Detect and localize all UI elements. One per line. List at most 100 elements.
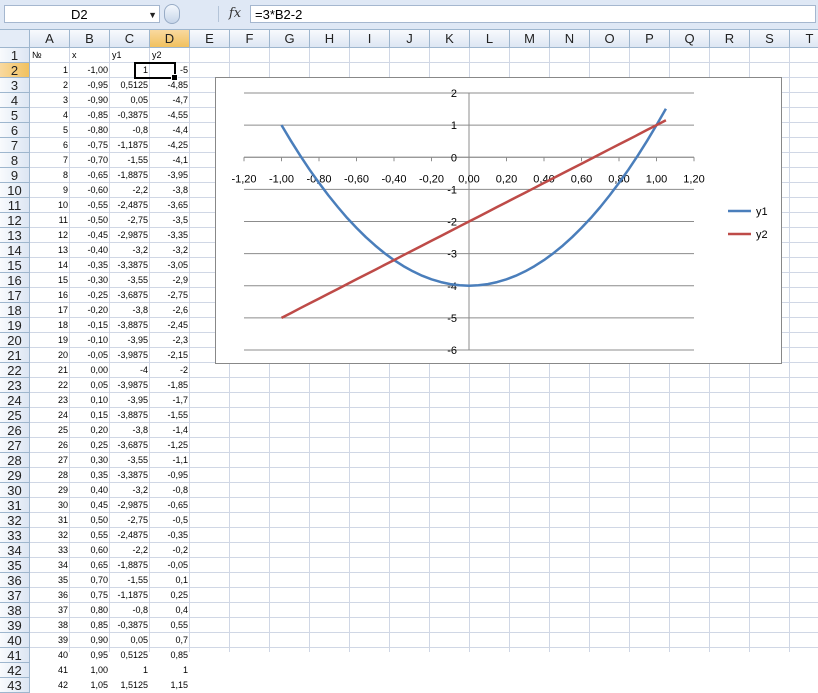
table-cell[interactable]: -1,00: [70, 63, 110, 78]
table-cell[interactable]: -4,4: [150, 123, 190, 138]
table-cell[interactable]: -3,6875: [110, 438, 150, 453]
column-header-o[interactable]: O: [590, 30, 630, 48]
table-cell[interactable]: 21: [30, 363, 70, 378]
table-cell[interactable]: 0,10: [70, 393, 110, 408]
row-header-28[interactable]: 28: [0, 453, 30, 468]
column-header-e[interactable]: E: [190, 30, 230, 48]
table-cell[interactable]: -3,55: [110, 453, 150, 468]
table-cell[interactable]: -1,55: [150, 408, 190, 423]
table-cell[interactable]: -2,75: [150, 288, 190, 303]
table-cell[interactable]: 36: [30, 588, 70, 603]
table-cell[interactable]: 0,40: [70, 483, 110, 498]
table-cell[interactable]: 35: [30, 573, 70, 588]
table-cell[interactable]: -2,3: [150, 333, 190, 348]
table-cell[interactable]: -0,8: [110, 123, 150, 138]
embedded-chart[interactable]: -1,20 -1,00 -0,80 -0,60 -0,40 -0,20 0,00 0,20 0,…: [215, 77, 782, 364]
column-header-c[interactable]: C: [110, 30, 150, 48]
row-header-17[interactable]: 17: [0, 288, 30, 303]
table-cell[interactable]: -2,9: [150, 273, 190, 288]
active-cell-cursor[interactable]: [134, 62, 178, 81]
table-cell[interactable]: 0,5125: [110, 78, 150, 93]
table-cell[interactable]: 32: [30, 528, 70, 543]
table-cell[interactable]: -3,05: [150, 258, 190, 273]
table-cell[interactable]: -3,95: [110, 393, 150, 408]
table-cell[interactable]: 0,75: [70, 588, 110, 603]
table-cell[interactable]: 31: [30, 513, 70, 528]
table-cell[interactable]: 0,15: [70, 408, 110, 423]
select-all-button[interactable]: [0, 30, 30, 48]
table-cell[interactable]: -0,50: [70, 213, 110, 228]
table-cell[interactable]: 17: [30, 303, 70, 318]
row-header-20[interactable]: 20: [0, 333, 30, 348]
row-header-8[interactable]: 8: [0, 153, 30, 168]
table-cell[interactable]: 27: [30, 453, 70, 468]
table-cell[interactable]: -2,9875: [110, 498, 150, 513]
table-cell[interactable]: -0,55: [70, 198, 110, 213]
table-cell[interactable]: -3,8: [110, 423, 150, 438]
table-cell[interactable]: 0,85: [70, 618, 110, 633]
row-header-10[interactable]: 10: [0, 183, 30, 198]
table-cell[interactable]: -3,8: [110, 303, 150, 318]
table-cell[interactable]: -3,55: [110, 273, 150, 288]
table-cell[interactable]: -3,8875: [110, 408, 150, 423]
table-cell[interactable]: 0,25: [150, 588, 190, 603]
row-header-15[interactable]: 15: [0, 258, 30, 273]
table-cell[interactable]: 42: [30, 678, 70, 693]
table-cell[interactable]: 37: [30, 603, 70, 618]
table-cell[interactable]: 0,85: [150, 648, 190, 663]
table-cell[interactable]: -2,4875: [110, 528, 150, 543]
column-header-r[interactable]: R: [710, 30, 750, 48]
table-cell[interactable]: -4,25: [150, 138, 190, 153]
table-cell[interactable]: -1,4: [150, 423, 190, 438]
table-cell[interactable]: 23: [30, 393, 70, 408]
column-header-s[interactable]: S: [750, 30, 790, 48]
table-cell[interactable]: 0,05: [110, 93, 150, 108]
table-cell[interactable]: 22: [30, 378, 70, 393]
table-cell[interactable]: -2,75: [110, 513, 150, 528]
table-cell[interactable]: -0,35: [70, 258, 110, 273]
table-cell[interactable]: -2: [150, 363, 190, 378]
row-header-43[interactable]: 43: [0, 678, 30, 693]
table-cell[interactable]: 1: [110, 663, 150, 678]
row-header-13[interactable]: 13: [0, 228, 30, 243]
table-cell[interactable]: 0,25: [70, 438, 110, 453]
table-cell[interactable]: 5: [30, 123, 70, 138]
table-cell[interactable]: -0,15: [70, 318, 110, 333]
table-cell[interactable]: 0,80: [70, 603, 110, 618]
row-header-31[interactable]: 31: [0, 498, 30, 513]
table-cell[interactable]: -0,70: [70, 153, 110, 168]
column-header-m[interactable]: M: [510, 30, 550, 48]
formula-input[interactable]: =3*B2-2: [250, 5, 816, 23]
table-cell[interactable]: -0,3875: [110, 618, 150, 633]
table-cell[interactable]: -0,20: [70, 303, 110, 318]
column-header-b[interactable]: B: [70, 30, 110, 48]
table-cell[interactable]: -0,90: [70, 93, 110, 108]
row-header-2[interactable]: 2: [0, 63, 30, 78]
resize-grip-icon[interactable]: [164, 4, 180, 24]
table-cell[interactable]: 1,5125: [110, 678, 150, 693]
table-cell[interactable]: 0,4: [150, 603, 190, 618]
table-cell[interactable]: -1,55: [110, 153, 150, 168]
row-header-14[interactable]: 14: [0, 243, 30, 258]
table-cell[interactable]: -0,10: [70, 333, 110, 348]
column-header-d[interactable]: D: [150, 30, 190, 48]
table-cell[interactable]: 1: [150, 663, 190, 678]
insert-function-icon[interactable]: fx: [222, 4, 248, 24]
row-header-27[interactable]: 27: [0, 438, 30, 453]
table-cell[interactable]: -3,6875: [110, 288, 150, 303]
table-cell[interactable]: -0,3875: [110, 108, 150, 123]
column-header-g[interactable]: G: [270, 30, 310, 48]
row-header-32[interactable]: 32: [0, 513, 30, 528]
table-cell[interactable]: -3,3875: [110, 468, 150, 483]
table-cell[interactable]: -1,1875: [110, 138, 150, 153]
row-header-3[interactable]: 3: [0, 78, 30, 93]
row-header-22[interactable]: 22: [0, 363, 30, 378]
table-cell[interactable]: 4: [30, 108, 70, 123]
table-cell[interactable]: 30: [30, 498, 70, 513]
row-header-7[interactable]: 7: [0, 138, 30, 153]
table-cell[interactable]: 0,70: [70, 573, 110, 588]
table-cell[interactable]: 1,05: [70, 678, 110, 693]
table-cell[interactable]: 0,05: [70, 378, 110, 393]
table-cell[interactable]: 9: [30, 183, 70, 198]
table-cell[interactable]: -2,2: [110, 543, 150, 558]
